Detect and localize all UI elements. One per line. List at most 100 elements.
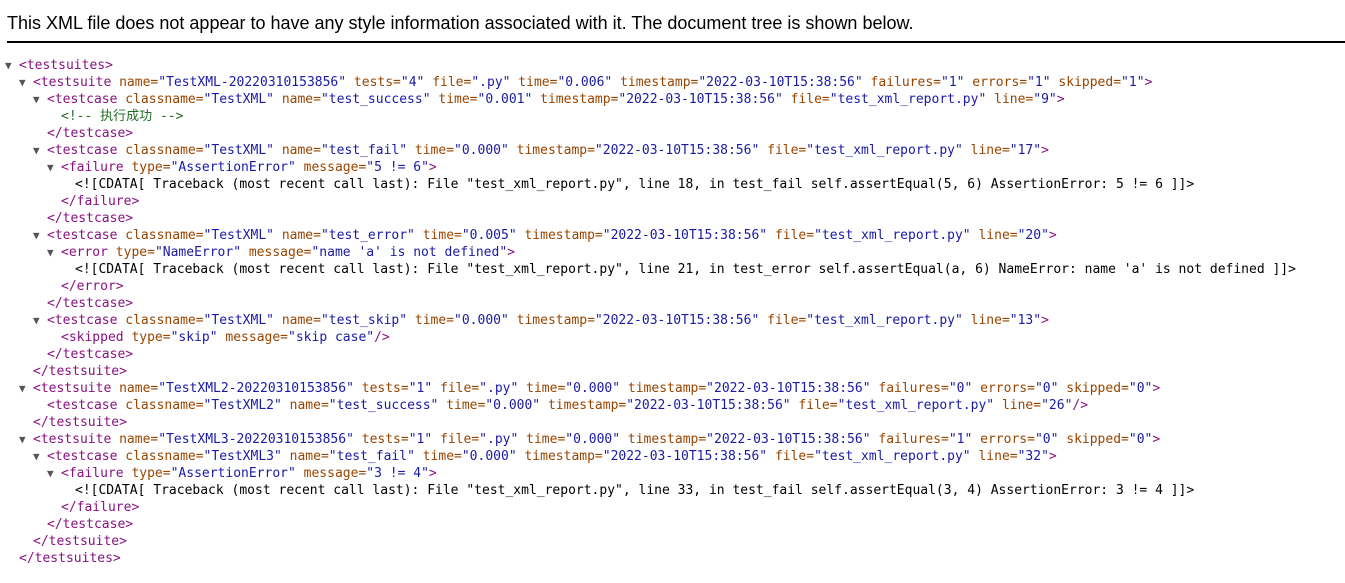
xml-token: "1" [408,381,433,396]
xml-token: "test_xml_report.py" [806,313,963,328]
xml-token: "13" [1009,313,1042,328]
xml-token: <testsuite [33,381,112,396]
collapse-toggle-icon[interactable]: ▼ [33,142,47,159]
xml-tree-line: ▼ <testsuite name="TestXML3-2022031015385… [5,431,1345,448]
xml-tree-line: </testcase> [5,210,1345,227]
xml-token: time= [407,313,455,328]
xml-token: classname= [117,228,204,243]
xml-token: time= [438,398,486,413]
xml-token: line= [970,449,1018,464]
collapse-toggle-icon[interactable]: ▼ [19,74,33,91]
xml-token: skipped= [1058,432,1129,447]
xml-token: /> [374,330,390,345]
xml-token: "2022-03-10T15:38:56" [618,92,783,107]
xml-token: timestamp= [620,432,707,447]
xml-token: <failure [61,466,124,481]
collapse-toggle-icon[interactable]: ▼ [19,380,33,397]
xml-token: "2022-03-10T15:38:56" [706,432,871,447]
xml-token: classname= [117,398,204,413]
xml-token: "test_xml_report.py" [829,92,987,107]
xml-token: "TestXML-20220310153856" [158,75,347,90]
xml-token: <testcase [47,398,118,413]
collapse-toggle-icon[interactable]: ▼ [47,244,61,261]
xml-token: "26" [1041,398,1073,413]
xml-token: name= [274,313,321,328]
xml-tree-line: </failure> [5,499,1345,516]
collapse-toggle-icon[interactable]: ▼ [33,448,47,465]
xml-token: <testcase [47,92,118,107]
xml-token: </testcase> [47,517,134,532]
xml-token: type= [107,245,155,260]
xml-tree-line: </failure> [5,193,1345,210]
xml-tree-line: ▼ <testsuites> [5,57,1345,74]
xml-token: </testcase> [47,296,134,311]
xml-token: "test_error" [320,228,415,243]
xml-tree-line: ▼ <failure type="AssertionError" message=… [5,159,1345,176]
xml-token: <testsuite [33,432,112,447]
xml-token: "2022-03-10T15:38:56" [602,449,768,464]
xml-token: timestamp= [532,92,619,107]
collapse-toggle-icon[interactable]: ▼ [33,91,47,108]
collapse-toggle-icon[interactable]: ▼ [33,312,47,329]
xml-tree-line: <!-- 执行成功 --> [5,108,1345,125]
xml-token: </testsuites> [19,551,121,566]
collapse-toggle-icon[interactable]: ▼ [5,57,19,74]
xml-tree-line: ▼ <testcase classname="TestXML" name="tes… [5,91,1345,108]
xml-token: errors= [972,381,1035,396]
xml-tree-line: </testsuite> [5,363,1345,380]
xml-token: errors= [972,432,1035,447]
xml-token: line= [994,398,1042,413]
xml-token: time= [518,381,566,396]
xml-token: "1" [1121,75,1145,90]
xml-document-tree: ▼ <testsuites> ▼ <testsuite name="TestXML-2… [5,57,1345,567]
collapse-toggle-icon[interactable]: ▼ [33,227,47,244]
xml-token: tests= [353,432,409,447]
xml-token: "test_skip" [320,313,408,328]
xml-tree-line: </testsuite> [5,414,1345,431]
xml-token: file= [432,381,480,396]
collapse-toggle-icon[interactable]: ▼ [47,465,61,482]
xml-token: </error> [61,279,124,294]
xml-token: > [1048,449,1057,464]
xml-token: </testsuite> [33,415,127,430]
xml-token: name= [281,449,329,464]
xml-token: file= [767,228,815,243]
xml-token: name= [274,143,321,158]
xml-token: > [507,245,515,260]
xml-token: timestamp= [508,313,595,328]
xml-token: "TestXML3" [203,449,282,464]
xml-token: <testcase [47,449,118,464]
xml-token: </failure> [61,500,140,515]
xml-token: > [1152,381,1161,396]
xml-tree-line: <![CDATA[ Traceback (most recent call la… [5,176,1345,193]
xml-token: timestamp= [612,75,699,90]
xml-token: message= [295,160,367,175]
xml-token: > [428,160,437,175]
xml-tree-line: <![CDATA[ Traceback (most recent call la… [5,261,1345,278]
xml-token: "0.000" [565,432,621,447]
xml-token: "0" [1034,381,1059,396]
xml-token: time= [407,143,455,158]
xml-token: "test_xml_report.py" [814,228,971,243]
collapse-toggle-icon[interactable]: ▼ [47,159,61,176]
collapse-toggle-icon[interactable]: ▼ [19,431,33,448]
xml-token: type= [123,466,171,481]
xml-token: <testcase [47,228,118,243]
xml-token: "0.000" [461,449,517,464]
xml-token: "2022-03-10T15:38:56" [602,228,768,243]
xml-token: timestamp= [540,398,627,413]
xml-token: "test_success" [320,92,431,107]
xml-tree-line: ▼ <failure type="AssertionError" message=… [5,465,1345,482]
xml-tree-line: <![CDATA[ Traceback (most recent call la… [5,482,1345,499]
xml-token: "1" [941,75,965,90]
xml-token: failures= [870,381,949,396]
xml-token: "0" [1128,432,1153,447]
xml-tree-line: </testsuite> [5,533,1345,550]
xml-token: message= [217,330,289,345]
xml-token: "test_xml_report.py" [814,449,971,464]
xml-token: <!-- 执行成功 --> [61,109,184,124]
xml-token: "9" [1033,92,1057,107]
xml-token: time= [430,92,478,107]
xml-token: name= [111,75,159,90]
xml-token: file= [767,449,815,464]
